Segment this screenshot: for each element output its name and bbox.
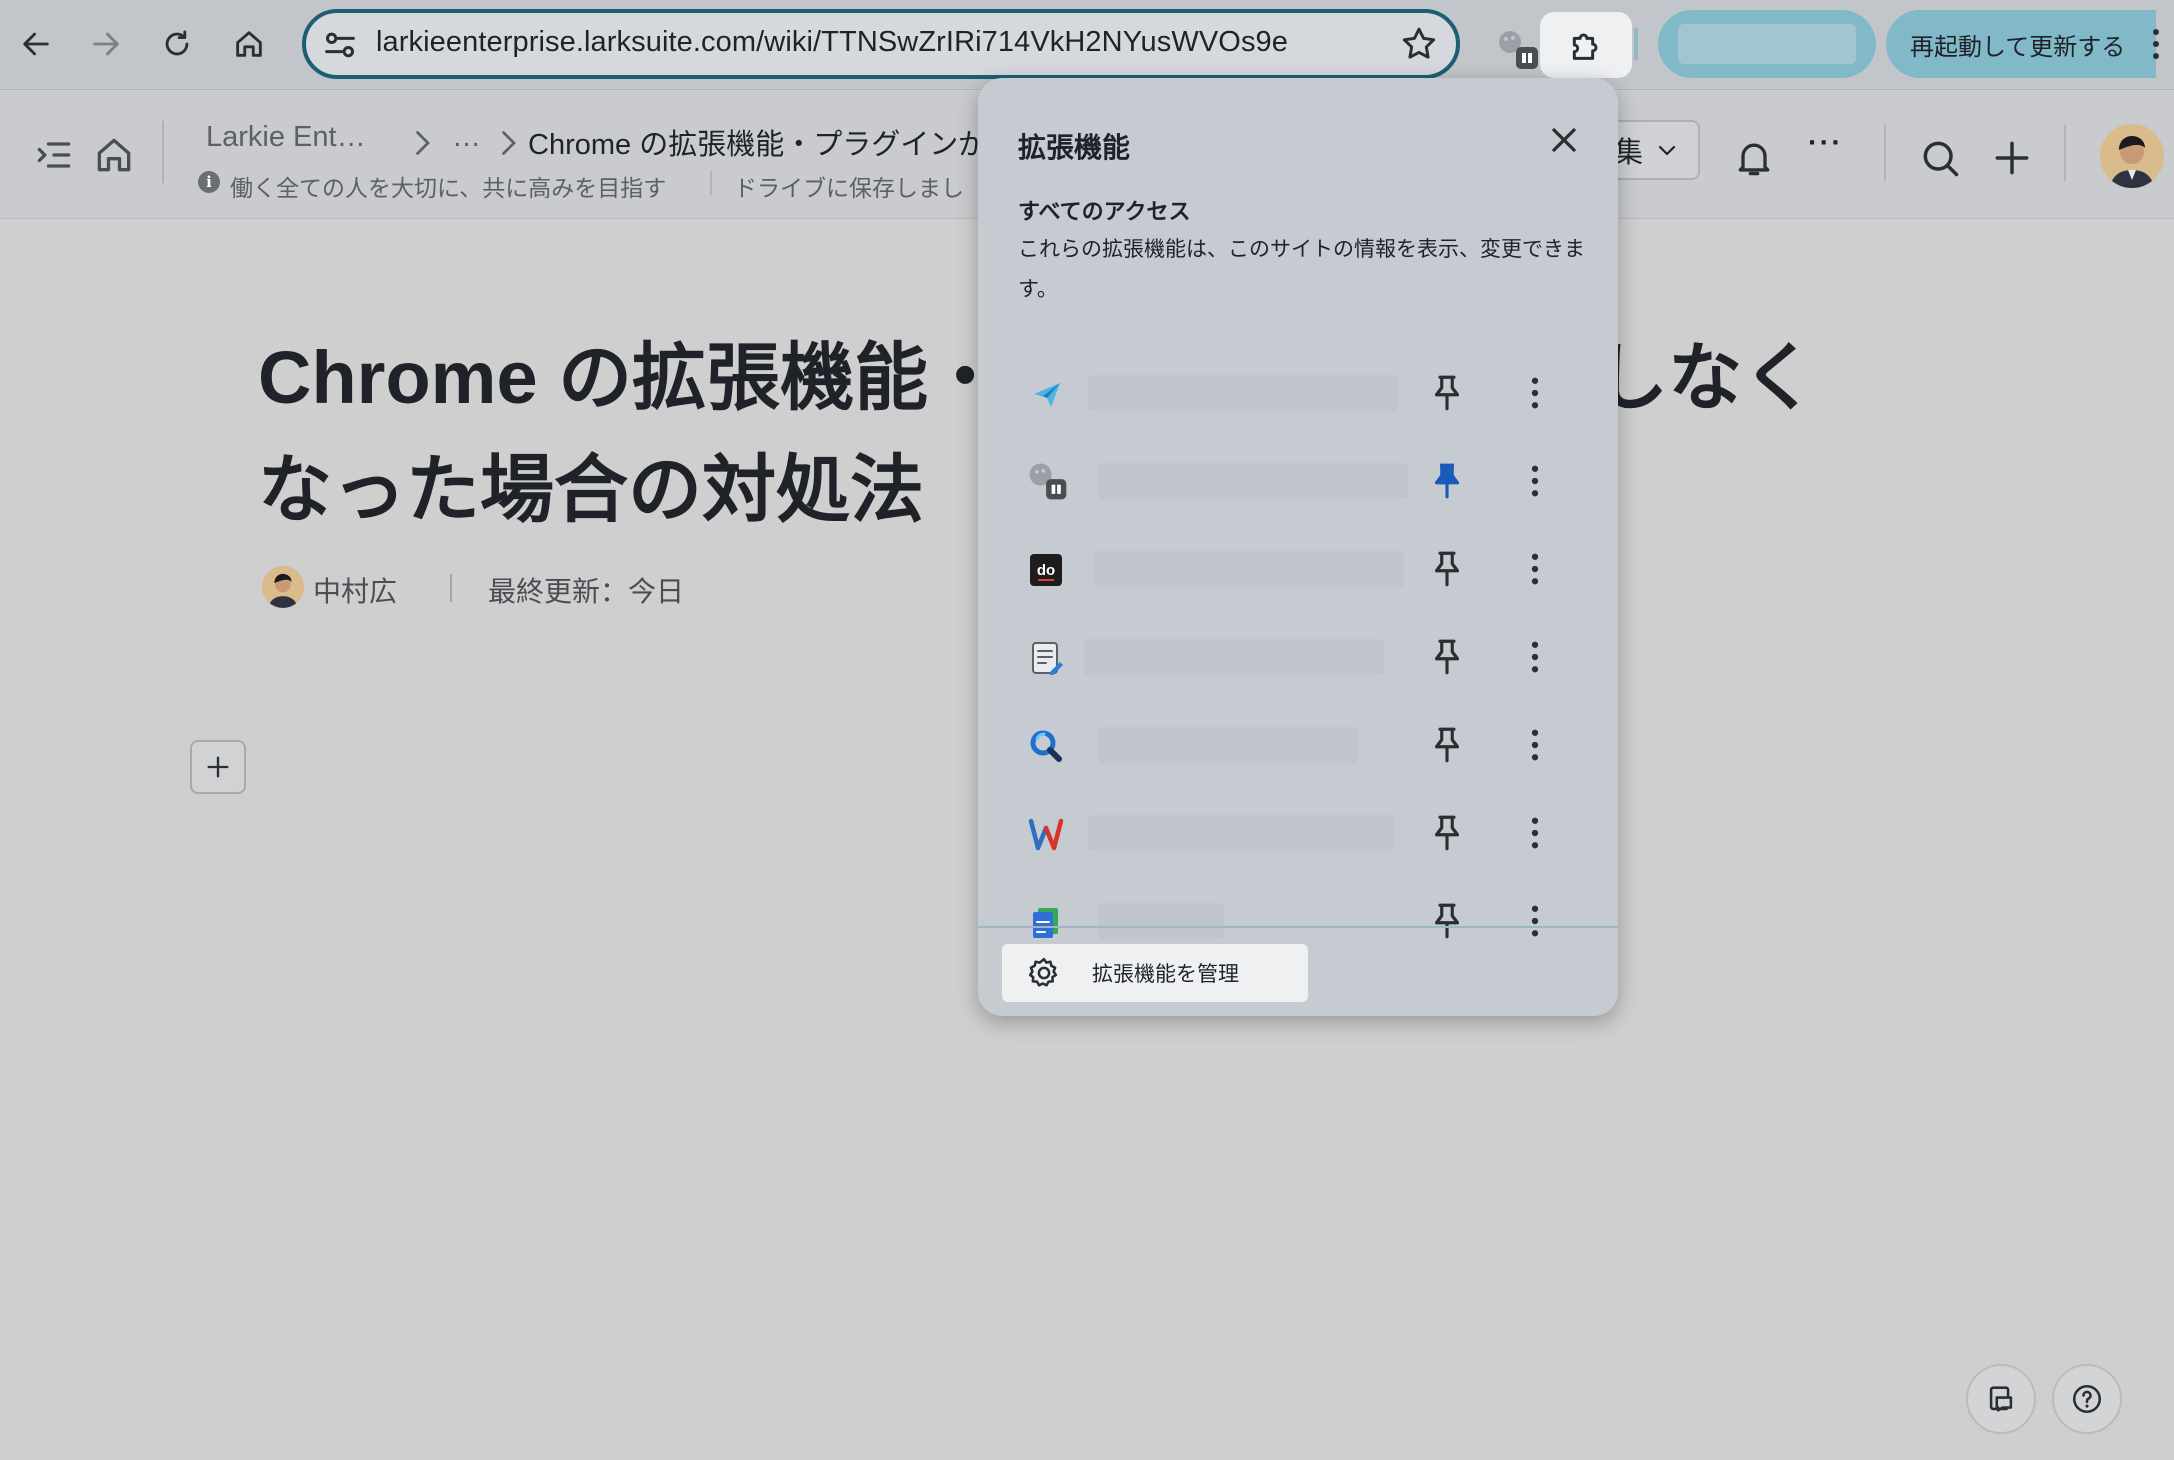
profile-name-redacted	[1678, 24, 1856, 64]
extension-row[interactable]	[978, 618, 1618, 698]
full-access-description: これらの拡張機能は、このサイトの情報を表示、変更できます。	[1018, 238, 1585, 301]
help-button[interactable]	[2052, 1364, 2122, 1434]
extension-name-redacted	[1098, 903, 1224, 939]
sidebar-toggle-icon[interactable]	[32, 133, 76, 177]
search-icon[interactable]	[1918, 136, 1962, 180]
paused-extension-icon	[1029, 463, 1067, 500]
paused-extension-icon[interactable]	[1492, 24, 1542, 74]
author-name[interactable]: 中村広	[313, 570, 397, 610]
full-access-heading: すべてのアクセス	[1018, 199, 1191, 224]
pin-icon[interactable]	[1426, 724, 1468, 766]
extension-name-redacted	[1088, 815, 1394, 851]
subline-divider	[710, 171, 712, 195]
user-avatar[interactable]	[2100, 124, 2164, 188]
reload-icon	[165, 30, 189, 56]
header-divider	[2064, 125, 2066, 181]
breadcrumb-ellipsis[interactable]: …	[452, 121, 481, 154]
info-icon: i	[198, 171, 220, 193]
pin-icon[interactable]	[1426, 372, 1468, 414]
comment-doc-icon	[1989, 1386, 2013, 1412]
header-divider	[162, 121, 164, 183]
drive-save-notice: ドライブに保存しまし	[734, 175, 964, 201]
address-bar[interactable]: larkieenterprise.larksuite.com/wiki/TTNS…	[302, 9, 1460, 79]
relaunch-update-button[interactable]: 再起動して更新する	[1886, 10, 2156, 78]
browser-menu-icon[interactable]	[2144, 24, 2168, 64]
extension-name-redacted	[1088, 375, 1398, 411]
extension-row[interactable]: do	[978, 530, 1618, 610]
avatar-portrait	[2100, 124, 2164, 188]
site-settings-icon[interactable]	[320, 25, 360, 65]
close-icon[interactable]	[1544, 120, 1584, 160]
pin-icon[interactable]	[1426, 548, 1468, 590]
forward-button[interactable]	[78, 16, 134, 72]
profile-button[interactable]	[1658, 10, 1876, 78]
breadcrumb-current[interactable]: Chrome の拡張機能・プラグインが	[528, 121, 987, 163]
plus-icon[interactable]	[1990, 136, 2034, 180]
pin-icon[interactable]	[1426, 636, 1468, 678]
more-options-button[interactable]: ···	[1808, 127, 1843, 160]
extensions-popup: 拡張機能 すべてのアクセス これらの拡張機能は、このサイトの情報を表示、変更でき…	[978, 78, 1618, 1016]
breadcrumb-root[interactable]: Larkie Ent…	[206, 121, 366, 154]
paper-plane-icon	[1034, 383, 1060, 407]
puzzle-icon	[1572, 33, 1598, 60]
pin-filled-icon[interactable]	[1426, 460, 1468, 502]
home-button[interactable]	[221, 16, 277, 72]
browser-toolbar: larkieenterprise.larksuite.com/wiki/TTNS…	[0, 0, 2174, 90]
last-updated: 最終更新：今日	[488, 576, 685, 607]
edit-mode-label: 集	[1614, 137, 1644, 169]
plus-icon	[207, 756, 229, 778]
popup-divider	[978, 926, 1618, 928]
avatar-portrait	[262, 566, 304, 608]
extension-name-redacted	[1084, 639, 1384, 675]
more-vertical-icon[interactable]	[1514, 724, 1556, 766]
extension-row[interactable]	[978, 706, 1618, 786]
more-vertical-icon[interactable]	[1514, 460, 1556, 502]
more-vertical-icon[interactable]	[1514, 548, 1556, 590]
extension-row[interactable]	[978, 442, 1618, 522]
header-divider	[1884, 125, 1886, 181]
url-text[interactable]: larkieenterprise.larksuite.com/wiki/TTNS…	[376, 26, 1288, 59]
gear-icon	[1028, 957, 1058, 987]
chevron-down-icon	[1658, 145, 1676, 156]
chevron-right-icon	[416, 131, 430, 155]
extension-row[interactable]	[978, 354, 1618, 434]
back-button[interactable]	[8, 16, 64, 72]
arrow-left-icon	[23, 32, 49, 56]
w-logo-icon	[1028, 818, 1064, 851]
notepad-icon	[1032, 642, 1063, 675]
bell-icon[interactable]	[1732, 136, 1776, 180]
extension-row[interactable]	[978, 794, 1618, 874]
add-block-button[interactable]	[190, 740, 246, 794]
manage-extensions-label: 拡張機能を管理	[1092, 963, 1239, 986]
extension-name-redacted	[1098, 727, 1358, 763]
docs-icon	[1033, 908, 1058, 938]
do-logo-icon: do	[1030, 554, 1062, 586]
manage-extensions-button[interactable]: 拡張機能を管理	[1002, 944, 1308, 1002]
pin-icon[interactable]	[1426, 900, 1468, 942]
doc-outline-button[interactable]	[1966, 1364, 2036, 1434]
pin-icon[interactable]	[1426, 812, 1468, 854]
more-vertical-icon[interactable]	[1514, 812, 1556, 854]
workspace-tagline: 働く全ての人を大切に、共に高みを目指す	[230, 175, 667, 201]
more-vertical-icon[interactable]	[1514, 900, 1556, 942]
help-icon	[2072, 1384, 2102, 1414]
toolbar-divider	[1634, 28, 1638, 60]
popup-title: 拡張機能	[1018, 132, 1131, 163]
arrow-right-icon	[93, 32, 119, 56]
reload-button[interactable]	[149, 16, 205, 72]
more-vertical-icon[interactable]	[1514, 636, 1556, 678]
home-icon	[236, 31, 262, 57]
author-avatar[interactable]	[262, 566, 304, 608]
bookmark-star-icon[interactable]	[1398, 23, 1440, 65]
chevron-right-icon	[502, 131, 516, 155]
meta-divider	[450, 574, 452, 602]
more-vertical-icon[interactable]	[1514, 372, 1556, 414]
extension-name-redacted	[1098, 463, 1408, 499]
extensions-menu-button[interactable]	[1540, 12, 1632, 78]
magnifier-icon	[1030, 730, 1062, 762]
extension-name-redacted	[1094, 551, 1404, 587]
svg-text:do: do	[1037, 562, 1055, 579]
home-icon[interactable]	[92, 133, 136, 177]
